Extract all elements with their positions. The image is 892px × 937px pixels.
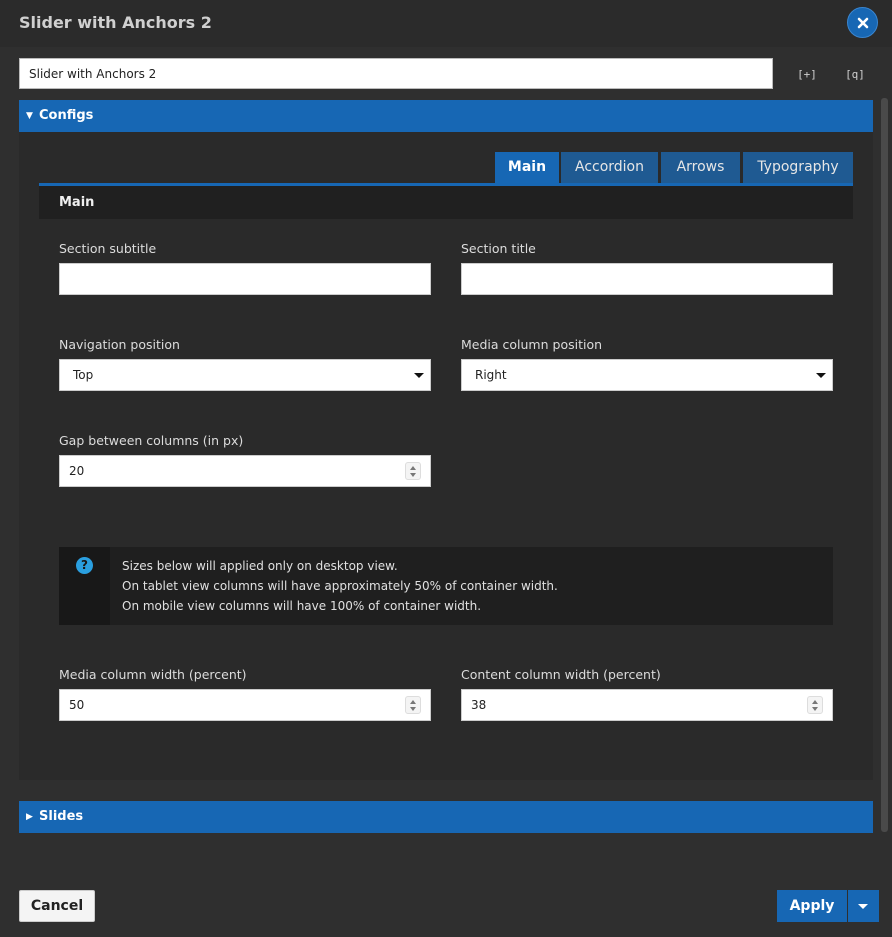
media-column-width-value: 50 <box>69 698 85 712</box>
slides-section-header[interactable]: ▶ Slides <box>19 801 873 833</box>
close-icon <box>857 17 868 28</box>
tab-typography[interactable]: Typography <box>743 152 853 183</box>
content-column-width-label: Content column width (percent) <box>461 667 661 682</box>
info-line: On tablet view columns will have approxi… <box>122 579 558 593</box>
content-column-width-value: 38 <box>471 698 487 712</box>
info-notice: ? Sizes below will applied only on deskt… <box>59 547 833 625</box>
dropdown-arrow-icon <box>414 373 424 378</box>
media-column-position-value: Right <box>475 368 507 382</box>
slides-label: Slides <box>39 809 84 824</box>
config-tabs: Main Accordion Arrows Typography <box>39 152 853 186</box>
number-spinner[interactable] <box>405 462 421 480</box>
element-name-input[interactable] <box>19 58 773 89</box>
info-line: Sizes below will applied only on desktop… <box>122 559 398 573</box>
spinner-up-icon[interactable] <box>812 700 818 704</box>
scrollbar[interactable] <box>881 98 888 832</box>
media-column-width-input[interactable]: 50 <box>59 689 431 721</box>
media-column-width-label: Media column width (percent) <box>59 667 247 682</box>
gap-between-columns-input[interactable]: 20 <box>59 455 431 487</box>
spinner-down-icon[interactable] <box>410 707 416 711</box>
spinner-up-icon[interactable] <box>410 466 416 470</box>
window-title: Slider with Anchors 2 <box>19 13 212 32</box>
spinner-down-icon[interactable] <box>410 473 416 477</box>
dropdown-arrow-icon <box>816 373 826 378</box>
info-line: On mobile view columns will have 100% of… <box>122 599 482 613</box>
number-spinner[interactable] <box>405 696 421 714</box>
title-bar: Slider with Anchors 2 <box>0 0 892 47</box>
media-column-position-label: Media column position <box>461 337 603 352</box>
configs-section-header[interactable]: ▼ Configs <box>19 100 873 132</box>
navigation-position-label: Navigation position <box>59 337 180 352</box>
section-title-label: Section title <box>461 241 536 256</box>
spinner-down-icon[interactable] <box>812 707 818 711</box>
gap-between-columns-value: 20 <box>69 464 85 478</box>
tab-accordion[interactable]: Accordion <box>561 152 658 183</box>
tab-arrows[interactable]: Arrows <box>661 152 740 183</box>
cancel-button[interactable]: Cancel <box>19 890 95 922</box>
search-icon[interactable]: [q] <box>845 66 865 82</box>
caret-right-icon: ▶ <box>26 812 33 822</box>
number-spinner[interactable] <box>807 696 823 714</box>
tab-main[interactable]: Main <box>495 152 559 183</box>
chevron-down-icon <box>858 904 868 909</box>
main-section-heading: Main <box>39 186 853 219</box>
content-column-width-input[interactable]: 38 <box>461 689 833 721</box>
spinner-up-icon[interactable] <box>410 700 416 704</box>
gap-between-columns-label: Gap between columns (in px) <box>59 433 244 448</box>
configs-label: Configs <box>39 108 94 123</box>
section-subtitle-input[interactable] <box>59 263 431 295</box>
caret-down-icon: ▼ <box>26 111 33 121</box>
question-circle-icon: ? <box>76 557 93 574</box>
expand-icon[interactable]: [+] <box>797 66 817 82</box>
navigation-position-value: Top <box>73 368 94 382</box>
apply-button[interactable]: Apply <box>777 890 847 922</box>
close-button[interactable] <box>847 7 878 38</box>
apply-options-button[interactable] <box>848 890 879 922</box>
media-column-position-select[interactable]: Right <box>461 359 833 391</box>
section-subtitle-label: Section subtitle <box>59 241 157 256</box>
section-title-input[interactable] <box>461 263 833 295</box>
navigation-position-select[interactable]: Top <box>59 359 431 391</box>
